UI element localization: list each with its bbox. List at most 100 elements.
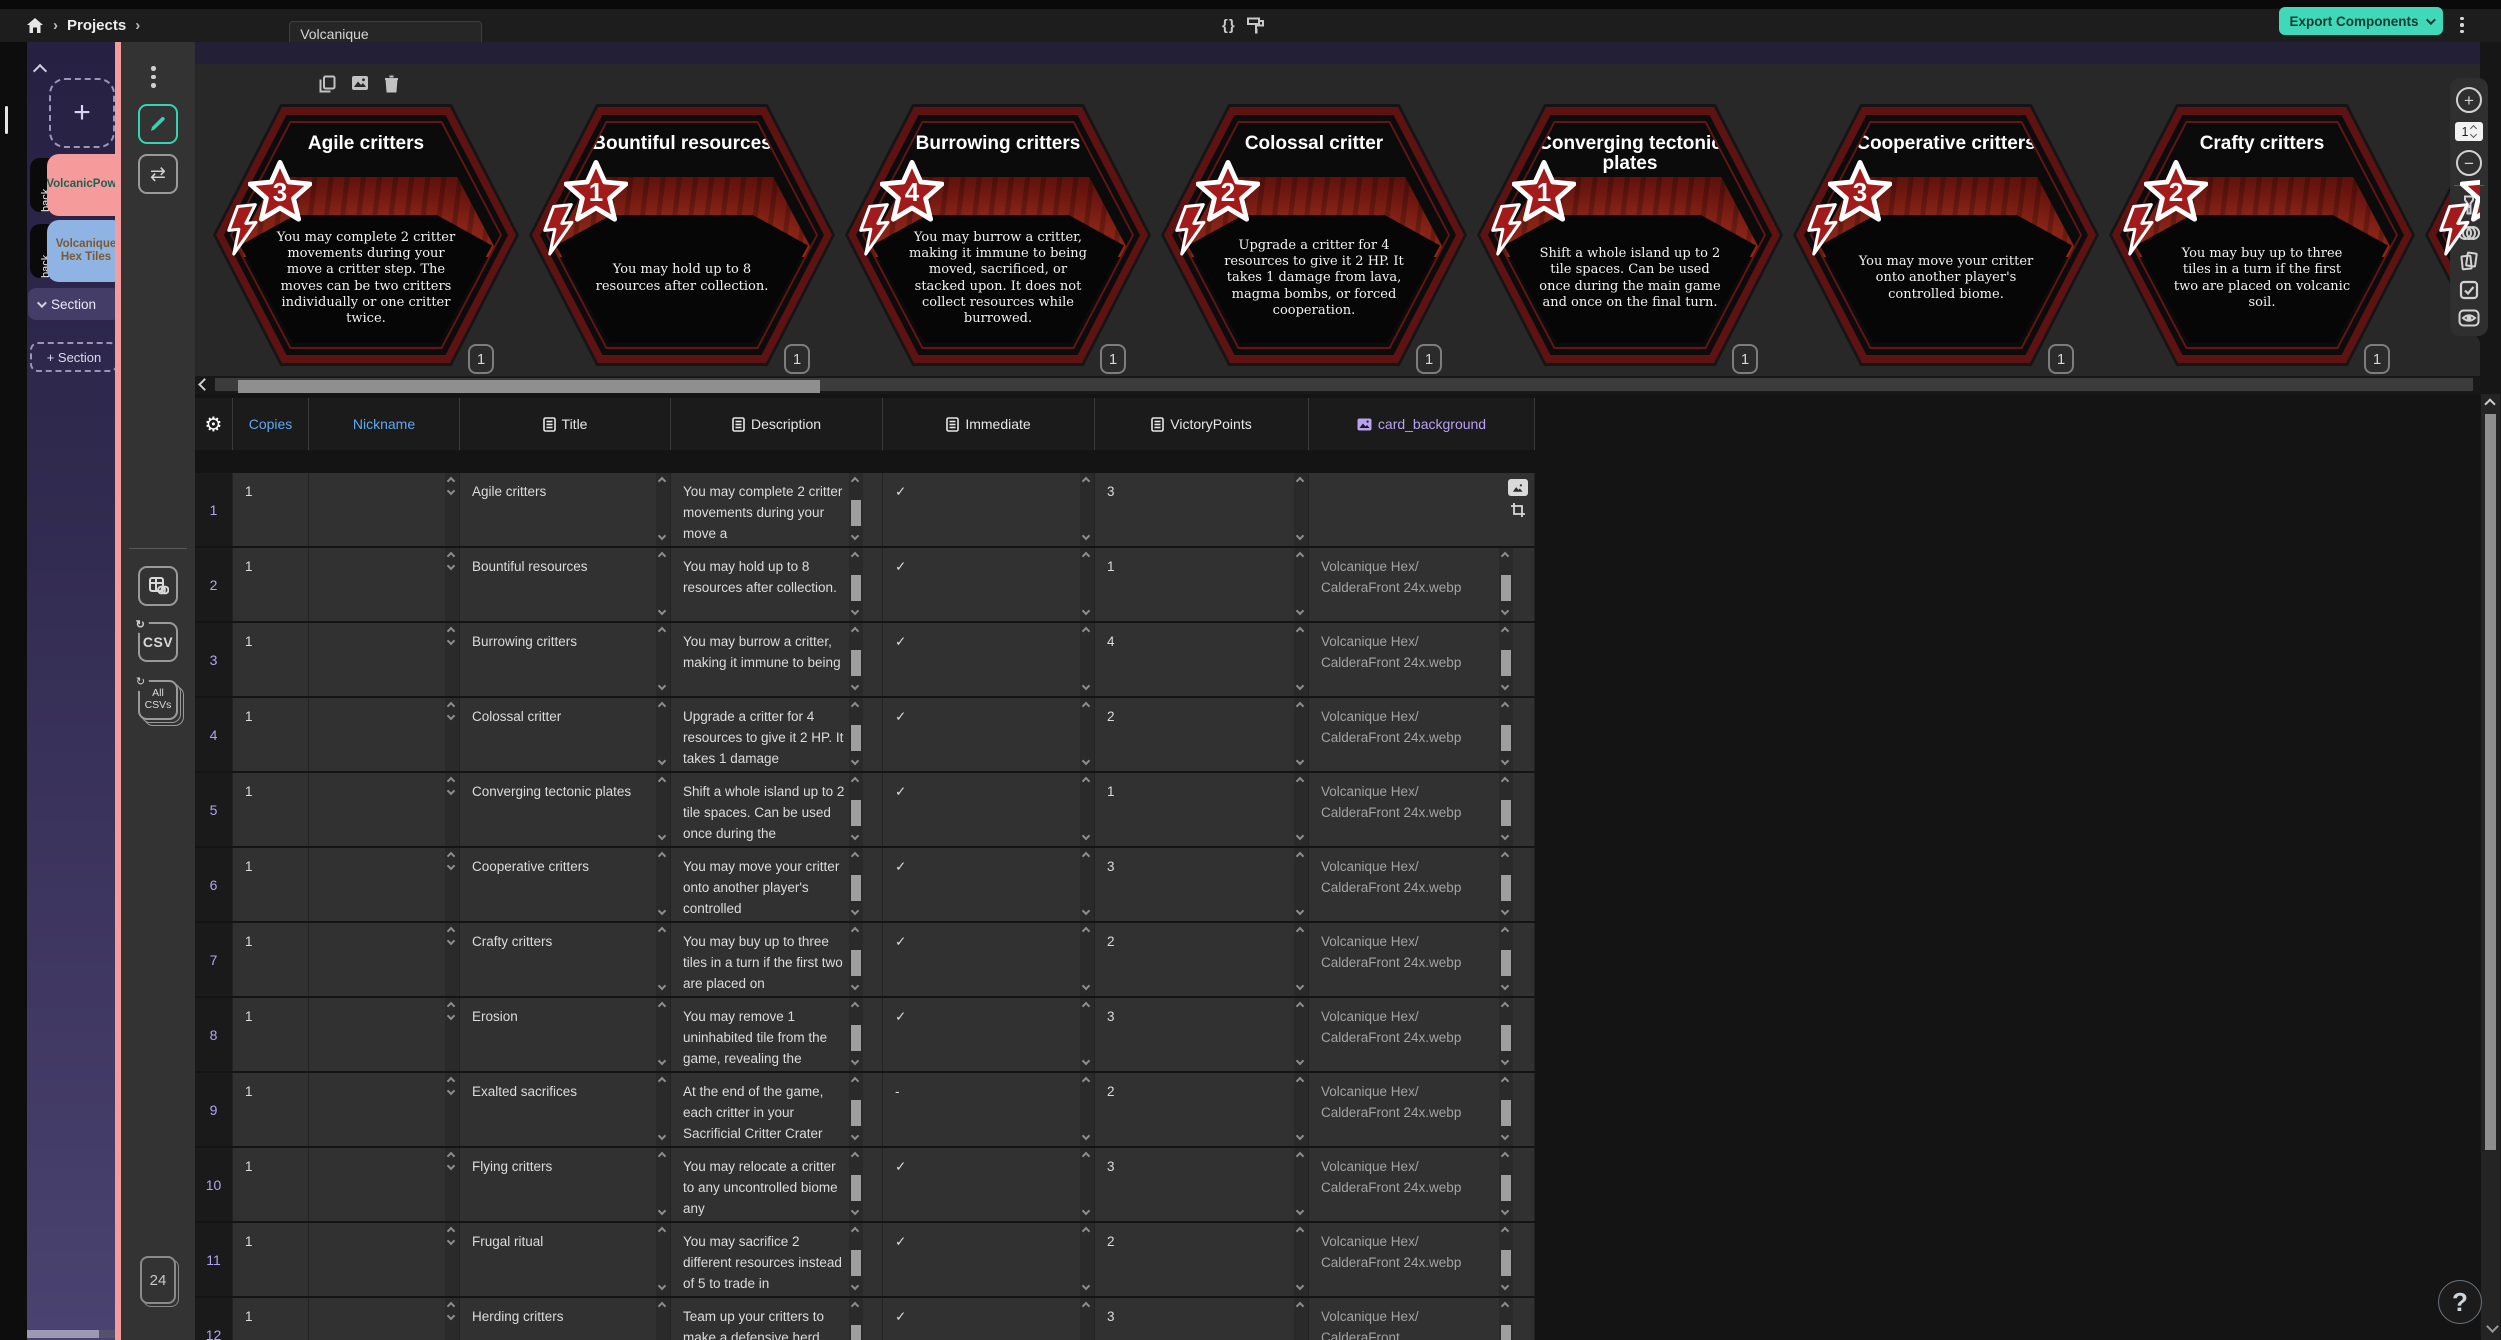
scroll-down-icon[interactable] (1501, 682, 1509, 690)
cell-nickname[interactable] (309, 923, 460, 996)
cell-scrollbar[interactable] (1080, 1073, 1094, 1146)
scroll-down-icon[interactable] (1501, 832, 1509, 840)
scroll-down-icon[interactable] (851, 1057, 859, 1065)
cell-victorypoints[interactable]: 3 (1095, 998, 1309, 1071)
cell-immediate[interactable]: ✓ (883, 998, 1095, 1071)
scroll-up-icon[interactable] (1501, 1227, 1509, 1235)
cell-scrollbar[interactable] (1499, 848, 1513, 921)
scroll-down-icon[interactable] (1082, 1282, 1090, 1290)
eye-icon[interactable] (2458, 309, 2480, 327)
scrollbar-thumb[interactable] (851, 1100, 861, 1126)
scroll-up-icon[interactable] (1296, 1002, 1304, 1010)
scroll-down-icon[interactable] (1082, 757, 1090, 765)
scroll-up-icon[interactable] (851, 477, 859, 485)
scroll-down-icon[interactable] (851, 607, 859, 615)
paint-roller-icon[interactable] (1246, 16, 1265, 35)
scroll-up-icon[interactable] (1501, 1077, 1509, 1085)
scrollbar-thumb[interactable] (1501, 1025, 1511, 1051)
scroll-down-icon[interactable] (1501, 982, 1509, 990)
scrollbar-thumb[interactable] (851, 1325, 861, 1340)
scroll-down-icon[interactable] (851, 1207, 859, 1215)
scroll-up-icon[interactable] (1296, 777, 1304, 785)
scrollbar-thumb[interactable] (1501, 950, 1511, 976)
scroll-up-icon[interactable] (658, 927, 666, 935)
scroll-down-icon[interactable] (1082, 832, 1090, 840)
section-collapse-toggle[interactable]: Section (28, 288, 120, 320)
cell-scrollbar[interactable] (1080, 773, 1094, 846)
cell-nickname[interactable] (309, 698, 460, 771)
scroll-down-icon[interactable] (1296, 682, 1304, 690)
cell-title[interactable]: Flying critters (460, 1148, 671, 1221)
cell-scrollbar[interactable] (445, 923, 459, 996)
scroll-down-icon[interactable] (447, 862, 455, 870)
scroll-up-icon[interactable] (447, 1077, 455, 1085)
cell-nickname[interactable] (309, 1298, 460, 1340)
breadcrumb-projects[interactable]: Projects (67, 17, 126, 34)
cell-scrollbar[interactable] (1294, 548, 1308, 621)
scroll-up-icon[interactable] (1296, 927, 1304, 935)
cell-immediate[interactable]: ✓ (883, 698, 1095, 771)
hex-card[interactable]: Burrowing crittersYou may burrow a critt… (845, 104, 1151, 366)
scroll-up-icon[interactable] (447, 927, 455, 935)
cell-scrollbar[interactable] (656, 1223, 670, 1296)
cell-card-background[interactable]: Volcanique Hex/ CalderaFront 24x.webp (1309, 923, 1535, 996)
checkbox-icon[interactable] (2459, 280, 2479, 300)
cell-scrollbar[interactable] (1080, 473, 1094, 546)
cell-card-background[interactable]: Volcanique Hex/ CalderaFront 24x.webp (1309, 773, 1535, 846)
scrollbar-thumb[interactable] (1501, 1250, 1511, 1276)
edit-mode-button[interactable] (138, 104, 178, 144)
home-icon[interactable] (26, 17, 44, 34)
scroll-down-icon[interactable] (1296, 832, 1304, 840)
scroll-down-icon[interactable] (1296, 1282, 1304, 1290)
cell-nickname[interactable] (309, 848, 460, 921)
scroll-up-icon[interactable] (1296, 477, 1304, 485)
cell-scrollbar[interactable] (656, 548, 670, 621)
cell-immediate[interactable]: ✓ (883, 548, 1095, 621)
scroll-up-icon[interactable] (1501, 627, 1509, 635)
scroll-down-icon[interactable] (447, 1012, 455, 1020)
cell-title[interactable]: Cooperative critters (460, 848, 671, 921)
cell-scrollbar[interactable] (1294, 698, 1308, 771)
scroll-down-icon[interactable] (1082, 1057, 1090, 1065)
cell-scrollbar[interactable] (445, 773, 459, 846)
duplicate-card-icon[interactable] (319, 75, 336, 98)
hex-card[interactable]: Crafty crittersYou may buy up to three t… (2109, 104, 2415, 366)
scroll-down-icon[interactable] (658, 757, 666, 765)
cell-description[interactable]: You may burrow a critter, making it immu… (671, 623, 883, 696)
cell-scrollbar[interactable] (445, 473, 459, 546)
hex-card[interactable]: Converging tectonic platesShift a whole … (1477, 104, 1783, 366)
scroll-up-icon[interactable] (1082, 1077, 1090, 1085)
cell-scrollbar[interactable] (1080, 1148, 1094, 1221)
cell-description[interactable]: You may relocate a critter to any uncont… (671, 1148, 883, 1221)
drawer-handle[interactable] (5, 106, 8, 134)
scroll-left-icon[interactable] (198, 378, 211, 391)
cell-scrollbar[interactable] (1294, 473, 1308, 546)
scroll-down-icon[interactable] (658, 532, 666, 540)
cell-scrollbar[interactable] (656, 998, 670, 1071)
scroll-up-icon[interactable] (851, 552, 859, 560)
scroll-up-icon[interactable] (658, 702, 666, 710)
scroll-down-icon[interactable] (851, 682, 859, 690)
scroll-down-icon[interactable] (1082, 532, 1090, 540)
cell-victorypoints[interactable]: 4 (1095, 623, 1309, 696)
cell-nickname[interactable] (309, 548, 460, 621)
scroll-down-icon[interactable] (1082, 682, 1090, 690)
cell-scrollbar[interactable] (445, 1298, 459, 1340)
scroll-down-icon[interactable] (447, 1087, 455, 1095)
cell-scrollbar[interactable] (1294, 1073, 1308, 1146)
cell-scrollbar[interactable] (1499, 623, 1513, 696)
cell-description[interactable]: At the end of the game, each critter in … (671, 1073, 883, 1146)
scroll-up-icon[interactable] (1082, 852, 1090, 860)
scroll-up-icon[interactable] (851, 1077, 859, 1085)
cell-immediate[interactable]: ✓ (883, 1298, 1095, 1340)
scroll-up-icon[interactable] (1082, 627, 1090, 635)
cell-nickname[interactable] (309, 1148, 460, 1221)
cell-scrollbar[interactable] (445, 623, 459, 696)
cell-scrollbar[interactable] (1080, 698, 1094, 771)
scroll-up-icon[interactable] (1082, 702, 1090, 710)
cell-card-background[interactable]: Volcanique Hex/ CalderaFront 24x.webp (1309, 548, 1535, 621)
cell-card-background[interactable]: Volcanique Hex/ CalderaFront 24x.webp (1309, 1223, 1535, 1296)
scroll-down-icon[interactable] (447, 787, 455, 795)
cell-scrollbar[interactable] (1080, 923, 1094, 996)
scroll-down-icon[interactable] (447, 562, 455, 570)
